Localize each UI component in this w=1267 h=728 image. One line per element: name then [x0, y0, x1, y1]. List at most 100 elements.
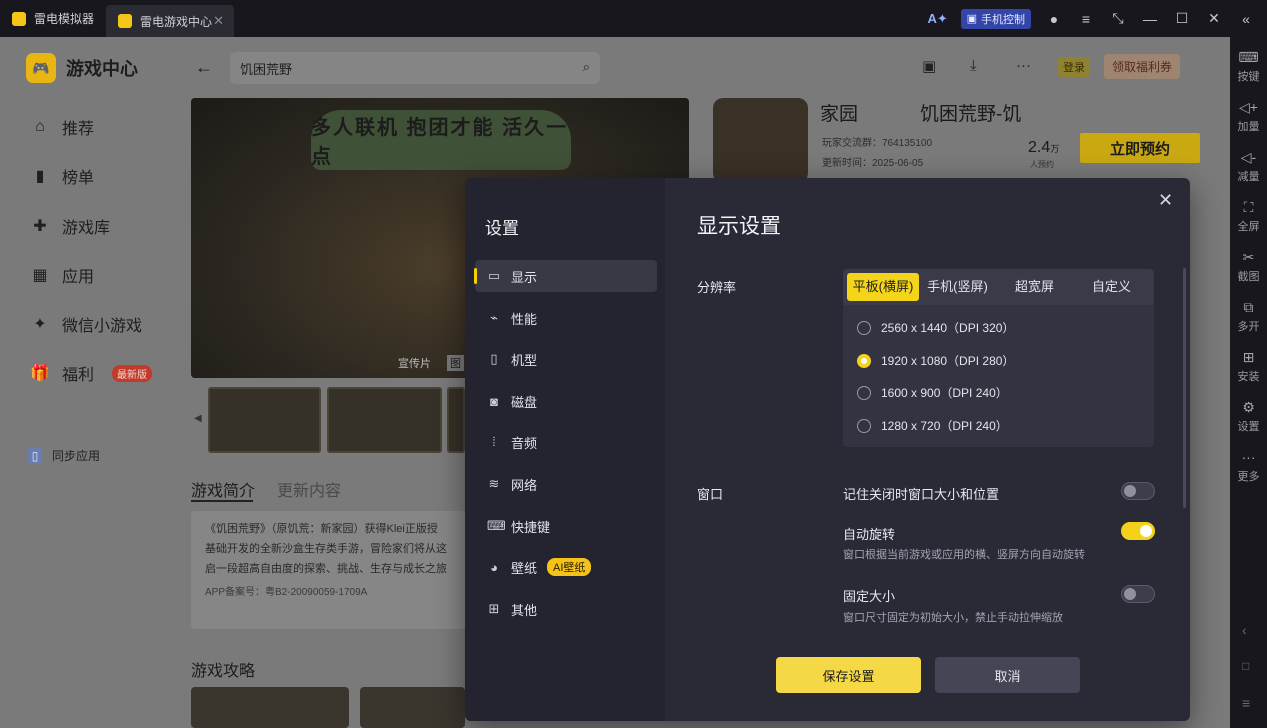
settings-nav-performance[interactable]: ⌁ 性能: [475, 302, 657, 334]
reserve-button[interactable]: 立即预约: [1080, 133, 1200, 163]
resolution-option-label: 1920 x 1080（DPI 280）: [881, 354, 1015, 368]
close-icon[interactable]: ✕: [1158, 190, 1173, 211]
remember-window-toggle[interactable]: [1121, 482, 1155, 500]
settings-nav-wallpaper[interactable]: ◕ 壁纸 AI壁纸: [475, 551, 657, 583]
fullscreen-icon: ⛶: [1243, 198, 1254, 215]
sidebar-item-label: 榜单: [62, 170, 95, 187]
resolution-option[interactable]: 1280 x 720（DPI 240）: [857, 417, 1008, 434]
tab-update[interactable]: 更新内容: [277, 477, 341, 501]
resolution-list: 2560 x 1440（DPI 320） 1920 x 1080（DPI 280…: [843, 305, 1154, 447]
resolution-tab-custom[interactable]: 自定义: [1073, 273, 1150, 301]
auto-rotate-toggle[interactable]: [1121, 522, 1155, 540]
tab-game-center[interactable]: 雷电游戏中心 ✕: [106, 5, 235, 37]
sidebar-item-recommend[interactable]: ⌂ 推荐: [30, 115, 94, 139]
reserve-count-unit: 万: [1050, 144, 1060, 154]
thumbnail[interactable]: [208, 387, 321, 453]
thumbnail[interactable]: [327, 387, 442, 453]
collapse-sidebar-icon[interactable]: «: [1237, 10, 1255, 28]
recents-icon[interactable]: ≡: [1242, 695, 1250, 711]
resolution-option[interactable]: 1600 x 900（DPI 240）: [857, 384, 1008, 401]
desc-line: 《饥困荒野》（原饥荒：新家园）获得Klei正版授: [205, 523, 438, 535]
sync-label: 同步应用: [52, 449, 101, 463]
resolution-tab-tablet[interactable]: 平板(横屏): [847, 273, 919, 301]
more-options-icon[interactable]: ···: [1016, 57, 1031, 74]
login-button[interactable]: 登录: [1058, 57, 1090, 77]
guide-card[interactable]: [191, 687, 349, 728]
radio-button-selected[interactable]: [857, 353, 871, 368]
back-arrow-icon[interactable]: ←: [195, 57, 213, 78]
nav-label: 网络: [511, 477, 538, 493]
scrollbar[interactable]: [1183, 268, 1186, 508]
keyboard-icon: ⌨: [1238, 48, 1259, 65]
toolbar-settings[interactable]: ⚙ 设置: [1230, 391, 1267, 441]
keyboard-icon: ⌨: [487, 518, 506, 533]
settings-nav-shortcuts[interactable]: ⌨ 快捷键: [475, 510, 657, 542]
settings-nav-display[interactable]: ▭ 显示: [474, 260, 657, 292]
calendar-icon[interactable]: ▣: [922, 57, 936, 75]
coupon-button[interactable]: 领取福利券: [1104, 54, 1181, 79]
sidebar-item-apps[interactable]: ▦ 应用: [30, 263, 94, 287]
search-icon[interactable]: ⌕: [583, 59, 590, 75]
radio-button[interactable]: [857, 320, 871, 335]
section-title: 显示设置: [697, 215, 781, 238]
banner-tag-image[interactable]: 图: [447, 355, 464, 371]
sidebar-item-mini-games[interactable]: ✦ 微信小游戏: [30, 312, 142, 336]
radio-button[interactable]: [857, 418, 871, 433]
maximize-icon[interactable]: ☐: [1173, 10, 1191, 28]
sidebar-item-welfare[interactable]: 🎁 福利 最新版: [30, 361, 153, 385]
banner-tag-video[interactable]: 宣传片: [398, 355, 431, 371]
resolution-option[interactable]: 1920 x 1080（DPI 280）: [857, 352, 1014, 369]
update-time: 更新时间：2025-06-05: [822, 158, 924, 169]
tab-intro[interactable]: 游戏简介: [191, 477, 255, 501]
close-tab-icon[interactable]: ✕: [213, 13, 224, 29]
minimize-icon[interactable]: —: [1141, 10, 1159, 28]
cancel-button[interactable]: 取消: [935, 657, 1080, 693]
fixed-size-toggle[interactable]: [1121, 585, 1155, 603]
gift-icon: 🎁: [30, 365, 50, 382]
phone-icon: ▯: [490, 351, 498, 366]
toolbar-more[interactable]: ··· 更多: [1230, 441, 1267, 491]
toolbar-install[interactable]: ⊞ 安装: [1230, 341, 1267, 391]
thumbnail[interactable]: [447, 387, 465, 453]
resolution-tab-ultrawide[interactable]: 超宽屏: [996, 273, 1073, 301]
nav-label: 机型: [511, 352, 538, 368]
toolbar-volume-down[interactable]: ◁- 减量: [1230, 141, 1267, 191]
toolbar-volume-up[interactable]: ◁+ 加量: [1230, 91, 1267, 141]
toolbar-multi[interactable]: ⧉ 多开: [1230, 291, 1267, 341]
tab-emulator[interactable]: 雷电模拟器: [0, 0, 106, 37]
search-input[interactable]: 饥困荒野 ⌕: [230, 52, 600, 84]
player-group[interactable]: 玩家交流群：764135100: [822, 134, 932, 149]
settings-nav-disk[interactable]: ◙ 磁盘: [475, 385, 657, 417]
radio-button[interactable]: [857, 385, 871, 400]
ai-icon[interactable]: A✦: [927, 10, 947, 28]
resolution-tab-phone[interactable]: 手机(竖屏): [919, 273, 996, 301]
guide-card[interactable]: [360, 687, 465, 728]
remember-window-label: 记住关闭时窗口大小和位置: [843, 487, 1000, 502]
phone-control-button[interactable]: ▣ 手机控制: [960, 8, 1031, 29]
sync-apps-button[interactable]: ▯ 同步应用: [28, 447, 100, 464]
back-icon[interactable]: ‹: [1242, 622, 1247, 638]
gamepad-logo-icon: 🎮: [26, 53, 56, 83]
sidebar-item-ranking[interactable]: ▮ 榜单: [30, 164, 94, 188]
sidebar-item-library[interactable]: ✚ 游戏库: [30, 214, 110, 238]
home-icon[interactable]: □: [1242, 659, 1249, 673]
close-icon[interactable]: ✕: [1205, 10, 1223, 28]
account-icon[interactable]: ●: [1045, 10, 1063, 28]
menu-icon[interactable]: ≡: [1077, 10, 1095, 28]
save-button[interactable]: 保存设置: [776, 657, 921, 693]
download-icon[interactable]: ⤓: [970, 57, 977, 74]
nav-label: 磁盘: [511, 394, 538, 410]
resolution-option-label: 2560 x 1440（DPI 320）: [881, 321, 1015, 335]
thumbs-prev-icon[interactable]: ◀: [194, 413, 202, 424]
settings-nav-network[interactable]: ≋ 网络: [475, 468, 657, 500]
toolbar-keymap[interactable]: ⌨ 按键: [1230, 41, 1267, 91]
settings-nav-other[interactable]: ⊞ 其他: [475, 593, 657, 625]
shrink-icon[interactable]: ⤡: [1109, 10, 1127, 28]
settings-nav-audio[interactable]: ⦙ 音频: [475, 426, 657, 458]
reserve-count: 2.4万: [1028, 139, 1059, 157]
toolbar-screenshot[interactable]: ✂ 截图: [1230, 241, 1267, 291]
resolution-option[interactable]: 2560 x 1440（DPI 320）: [857, 319, 1014, 336]
toolbar-fullscreen[interactable]: ⛶ 全屏: [1230, 191, 1267, 241]
settings-nav-device[interactable]: ▯ 机型: [475, 343, 657, 375]
fixed-size-label: 固定大小: [843, 589, 896, 604]
